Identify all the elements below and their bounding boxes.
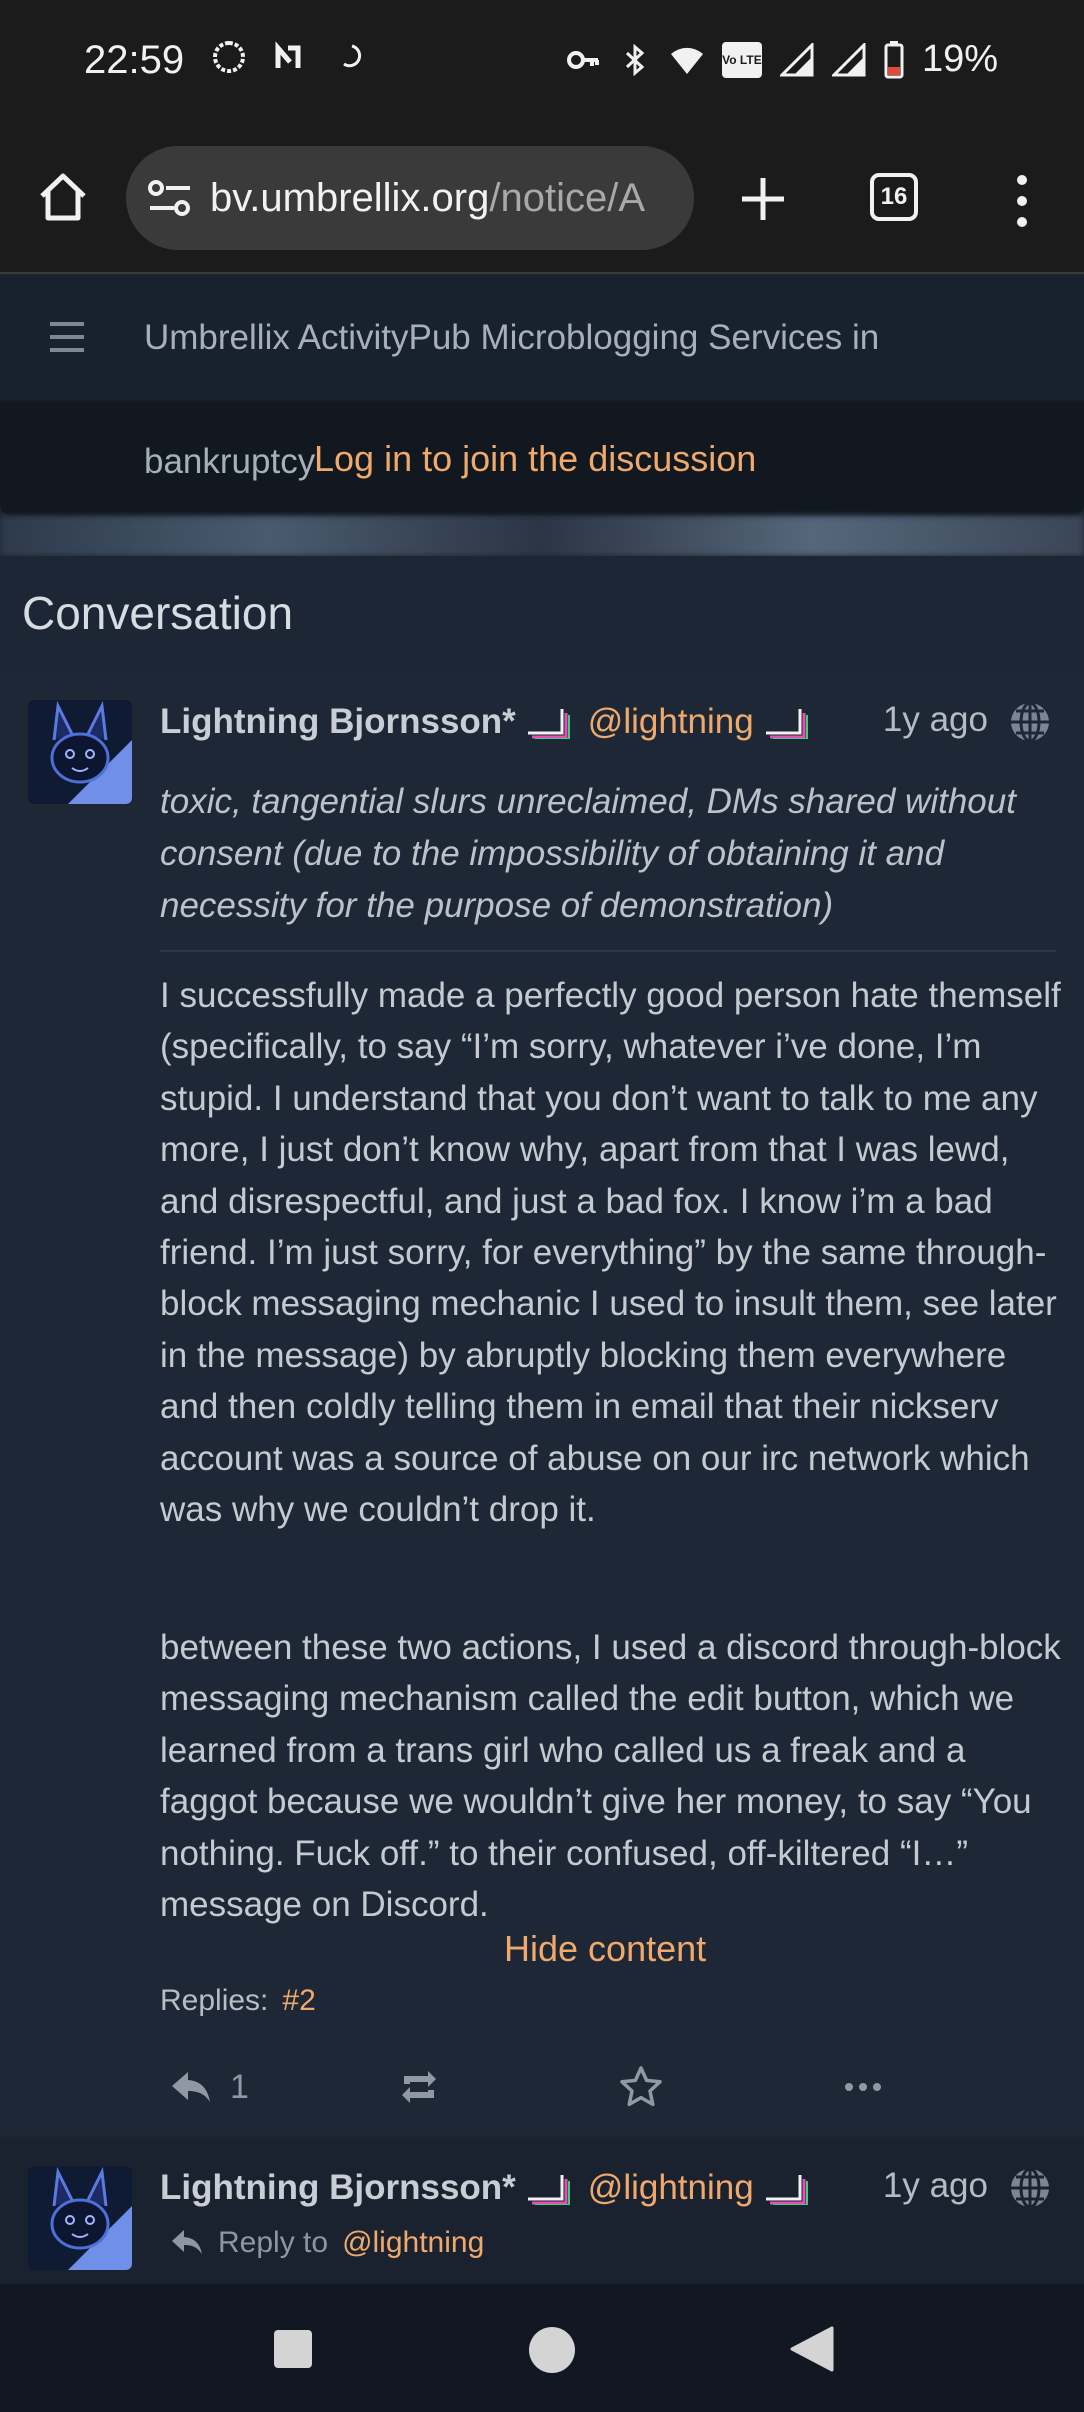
home-circle-icon[interactable] <box>526 2324 578 2376</box>
pride-flag-emoji <box>765 2175 808 2205</box>
post-paragraph: between these two actions, I used a disc… <box>160 1628 1061 1925</box>
status-post: Lightning Bjornsson* @lightning 1y ago R… <box>0 2138 1084 2284</box>
reply-to-handle[interactable]: @lightning <box>342 2226 484 2260</box>
battery-percent: 19% <box>921 38 998 80</box>
reply-button[interactable]: 1 <box>168 2062 249 2112</box>
banner-image <box>0 516 1084 556</box>
reply-count: 1 <box>230 2067 249 2106</box>
reply-to-line: Reply to @lightning <box>170 2226 484 2260</box>
url-path: /notice/A <box>489 175 646 220</box>
wifi-icon <box>670 47 703 74</box>
conversation-header: Conversation <box>0 556 1084 676</box>
content-warning: toxic, tangential slurs unreclaimed, DMs… <box>160 782 1016 925</box>
volte-label: Vo LTE <box>722 52 762 67</box>
repeat-button[interactable] <box>396 2062 442 2112</box>
sync-loop-icon <box>343 44 362 68</box>
tab-switcher-icon[interactable]: 16 <box>870 173 918 221</box>
hamburger-menu-icon[interactable] <box>48 320 86 354</box>
replies-label: Replies: <box>160 1984 269 2017</box>
ellipsis-icon <box>845 2083 881 2091</box>
back-triangle-icon[interactable] <box>788 2324 838 2374</box>
login-link[interactable]: Log in to join the discussion <box>314 438 756 480</box>
tab-count: 16 <box>880 183 908 210</box>
system-navigation-bar <box>0 2284 1084 2412</box>
login-strip: bankruptcy Log in to join the discussion <box>0 402 1084 516</box>
replies-row: Replies: #2 <box>160 1984 316 2018</box>
new-tab-plus-icon[interactable] <box>738 174 788 224</box>
signal-icon <box>779 42 814 76</box>
address-bar[interactable]: bv.umbrellix.org/notice/A <box>126 146 694 250</box>
author-handle[interactable]: @lightning <box>588 2168 754 2208</box>
reply-link[interactable]: #2 <box>282 1984 315 2018</box>
reply-to-label: Reply to <box>218 2226 329 2259</box>
nfc-n-icon <box>275 41 301 68</box>
site-header: Umbrellix ActivityPub Microblogging Serv… <box>0 276 1084 402</box>
repeat-icon <box>402 2071 436 2103</box>
avatar[interactable] <box>28 700 132 804</box>
favorite-button[interactable] <box>618 2062 664 2112</box>
conversation-title: Conversation <box>22 587 294 639</box>
more-actions-button[interactable] <box>840 2062 886 2112</box>
site-title[interactable]: Umbrellix ActivityPub Microblogging Serv… <box>144 318 879 358</box>
chat-bubble-icon <box>213 40 245 74</box>
post-timestamp[interactable]: 1y ago <box>883 700 988 740</box>
author-name[interactable]: Lightning Bjornsson* <box>160 702 516 742</box>
site-title-continued[interactable]: bankruptcy <box>144 442 315 482</box>
browser-toolbar: bv.umbrellix.org/notice/A 16 <box>0 126 1084 274</box>
volte-icon: Vo LTE <box>721 41 762 78</box>
post-paragraph: I successfully made a perfectly good per… <box>160 976 1061 1530</box>
bluetooth-icon <box>625 43 645 76</box>
hide-content-button[interactable]: Hide content <box>504 1928 706 1970</box>
url-host: bv.umbrellix.org <box>210 175 490 220</box>
reply-icon <box>172 2230 202 2254</box>
globe-icon <box>1011 2167 1049 2209</box>
globe-icon <box>1011 701 1049 743</box>
overflow-menu-icon[interactable] <box>1012 174 1032 228</box>
recents-square-icon[interactable] <box>268 2324 318 2374</box>
post-actions: 1 <box>0 2052 1084 2126</box>
site-settings-icon[interactable] <box>148 178 192 218</box>
url-text: bv.umbrellix.org/notice/A <box>210 176 645 221</box>
key-icon <box>566 50 599 69</box>
pride-flag-emoji <box>765 709 808 739</box>
author-handle[interactable]: @lightning <box>588 702 754 742</box>
reply-icon <box>172 2072 210 2102</box>
battery-low-icon <box>884 40 904 78</box>
status-bar: 22:59 Vo LTE 19% <box>0 0 1084 126</box>
divider <box>160 950 1056 952</box>
status-time: 22:59 <box>84 38 185 82</box>
avatar[interactable] <box>28 2166 132 2270</box>
post-timestamp[interactable]: 1y ago <box>883 2166 988 2206</box>
home-icon[interactable] <box>36 170 90 224</box>
author-name[interactable]: Lightning Bjornsson* <box>160 2168 516 2208</box>
signal-icon <box>831 42 866 76</box>
status-post: Lightning Bjornsson* @lightning 1y ago t… <box>0 676 1084 2136</box>
pride-flag-emoji <box>527 2175 570 2205</box>
pride-flag-emoji <box>527 709 570 739</box>
star-icon <box>620 2066 662 2107</box>
